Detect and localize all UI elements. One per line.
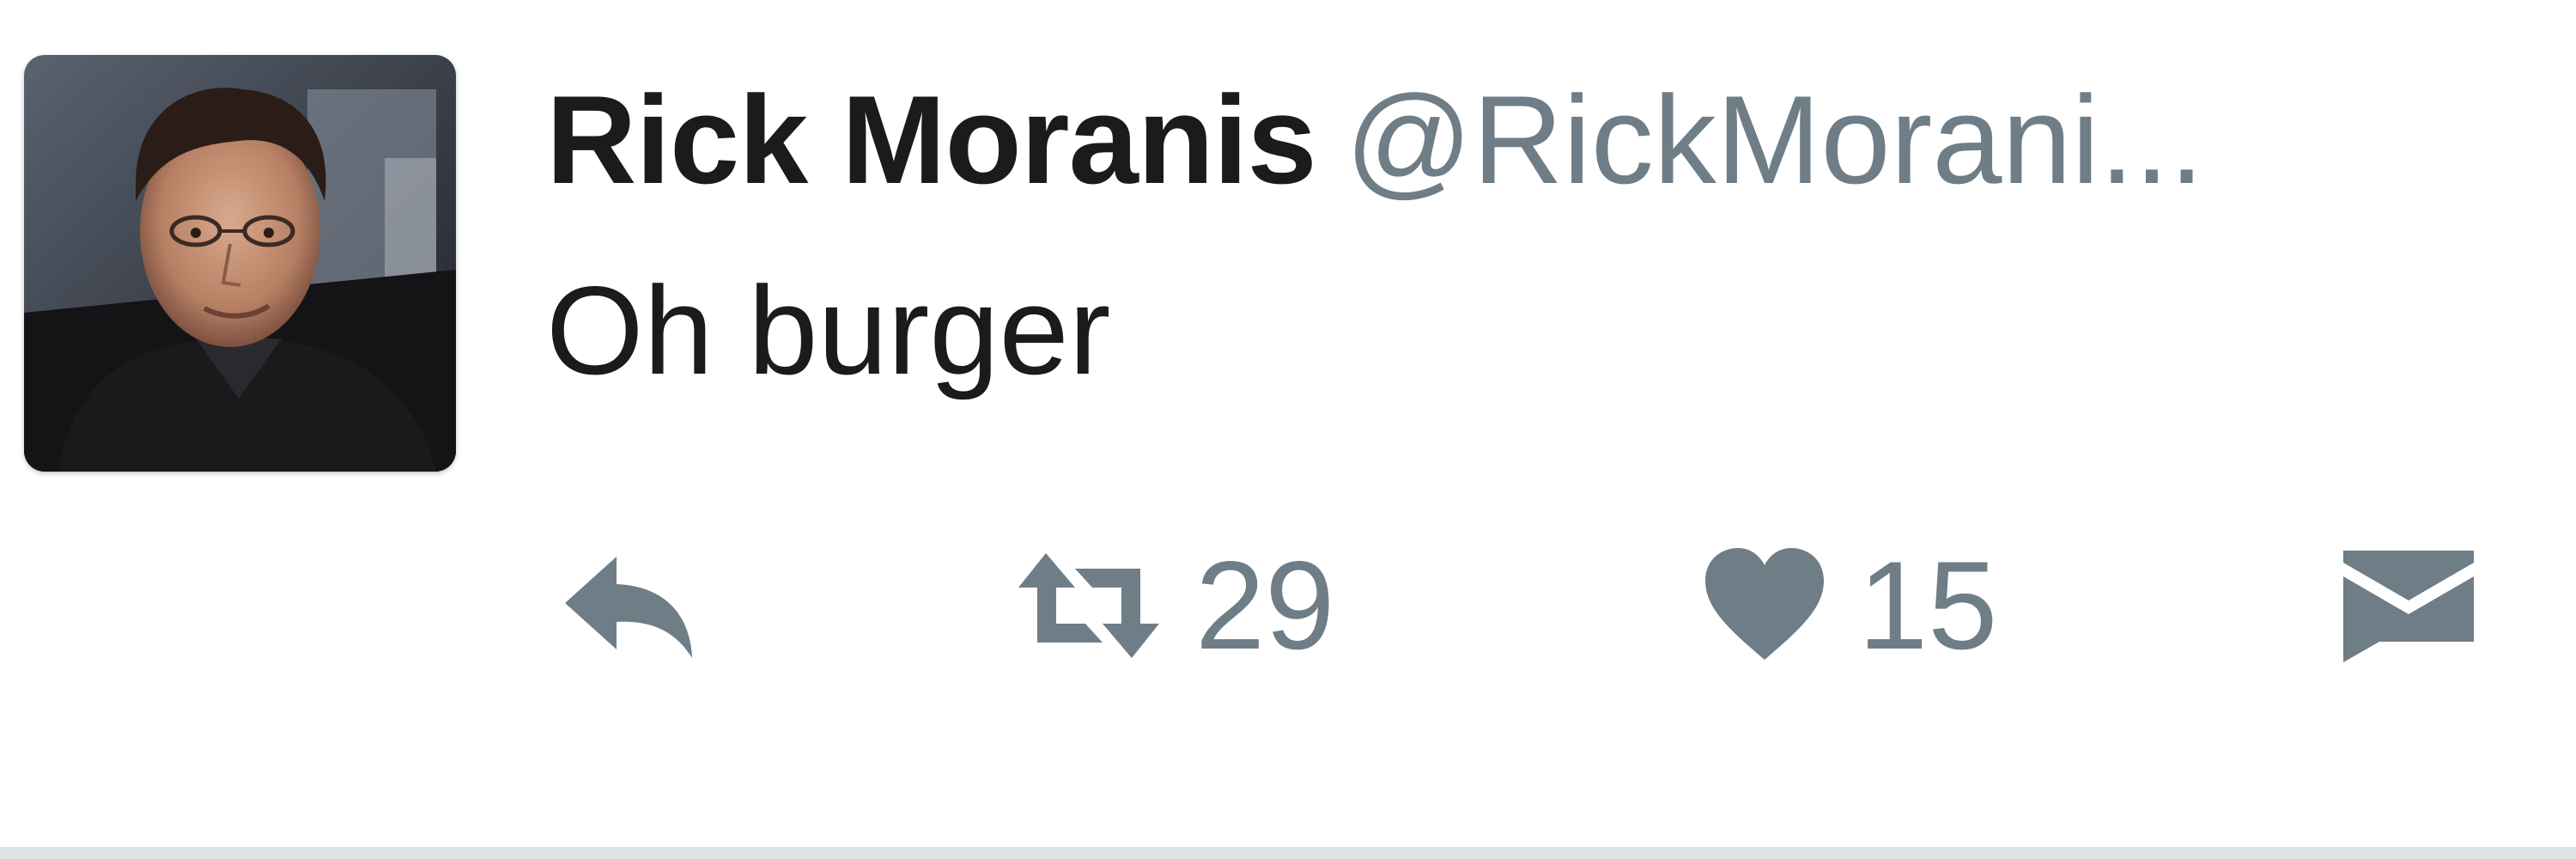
like-button[interactable]: 15 xyxy=(1700,524,1997,687)
user-handle[interactable]: @RickMorani... xyxy=(1346,70,2204,210)
tweet-text: Oh burger xyxy=(546,260,1111,400)
like-count: 15 xyxy=(1858,535,1998,675)
tweet-header: Rick Moranis @RickMorani... xyxy=(546,67,2521,213)
avatar[interactable] xyxy=(24,55,456,472)
direct-message-button[interactable] xyxy=(2340,524,2477,687)
heart-icon xyxy=(1705,548,1824,660)
bottom-divider xyxy=(0,847,2576,859)
retweet-icon xyxy=(1018,553,1159,658)
tweet-actions: 29 15 xyxy=(0,524,2576,687)
avatar-photo xyxy=(24,55,456,472)
reply-button[interactable] xyxy=(556,524,702,687)
retweet-count: 29 xyxy=(1195,535,1335,675)
display-name[interactable]: Rick Moranis xyxy=(546,70,1317,210)
envelope-icon xyxy=(2343,551,2474,662)
retweet-button[interactable]: 29 xyxy=(1012,524,1334,687)
tweet-card[interactable]: Rick Moranis @RickMorani... Oh burger 29 … xyxy=(0,0,2576,859)
reply-icon xyxy=(565,557,692,658)
